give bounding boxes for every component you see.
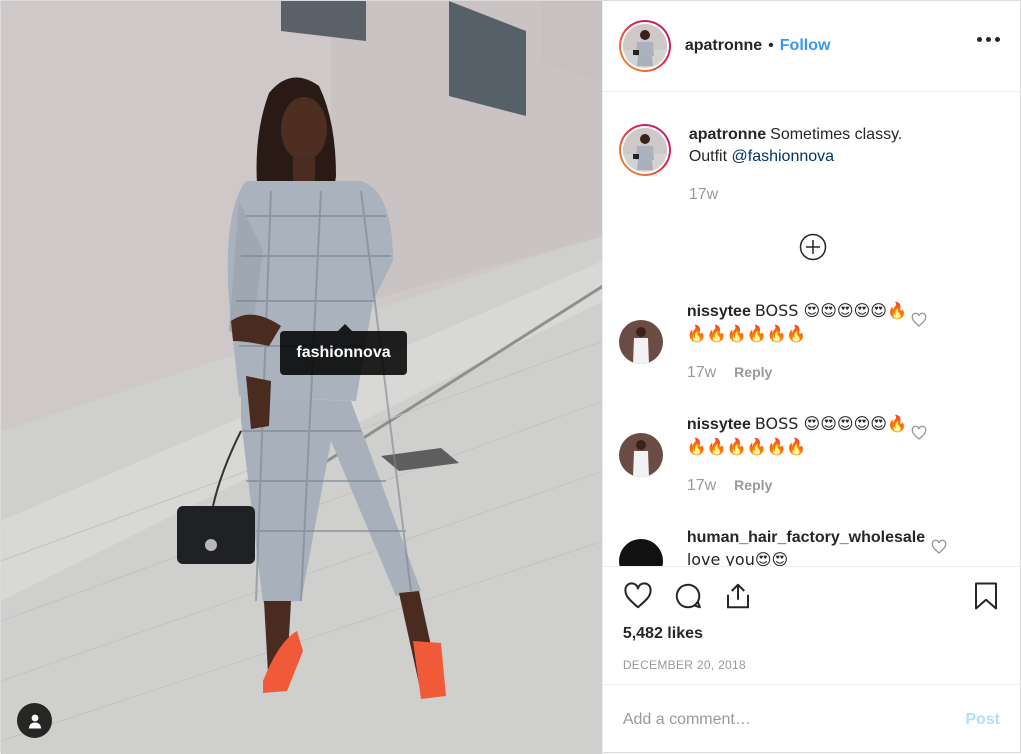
comment-text-line2: 🔥🔥🔥🔥🔥🔥 [686, 437, 807, 456]
post-actions: 5,482 likes DECEMBER 20, 2018 Post [602, 566, 1020, 754]
plus-circle-icon[interactable] [799, 233, 827, 261]
comment-text-line2: 🔥🔥🔥🔥🔥🔥 [686, 324, 807, 343]
caption-time[interactable]: 17w [689, 184, 718, 206]
more-options-icon[interactable] [977, 37, 1000, 42]
comment-avatar[interactable] [618, 539, 663, 566]
caption-avatar[interactable] [618, 124, 671, 176]
product-tag-label: fashionnova [296, 344, 391, 361]
reply-button[interactable]: Reply [734, 474, 772, 496]
comment-text-line1: BOSS 😍😍😍😍😍🔥 [754, 414, 907, 433]
comment-time[interactable]: 17w [687, 475, 716, 497]
user-tags-button[interactable] [17, 703, 52, 738]
author-avatar-image [622, 24, 667, 68]
comment-form: Post [602, 684, 1020, 754]
comment-input[interactable] [622, 710, 966, 729]
post-header: apatronne • Follow [602, 1, 1020, 92]
post-photo[interactable]: fashionnova [1, 1, 602, 754]
caption-mention[interactable]: @fashionnova [732, 148, 835, 165]
reply-button[interactable]: Reply [734, 361, 772, 383]
comment-username[interactable]: human_hair_factory_wholesale [687, 529, 925, 546]
follow-button[interactable]: Follow [780, 37, 831, 55]
caption-text-line2: Outfit [688, 148, 728, 165]
comment-item: nissytee BOSS 😍😍😍😍😍🔥 🔥🔥🔥🔥🔥🔥 17w Reply [603, 300, 963, 384]
caption: apatronne Sometimes classy. Outfit @fashi… [603, 124, 965, 206]
comment-item: human_hair_factory_wholesale love you😍😍 [603, 527, 983, 566]
heart-icon[interactable] [623, 581, 653, 611]
post-comment-button[interactable]: Post [965, 711, 1000, 729]
post-modal: fashionnova apatronne • Follow apatronne… [0, 0, 1021, 754]
share-icon[interactable] [723, 581, 753, 611]
caption-username[interactable]: apatronne [689, 126, 766, 143]
bookmark-icon[interactable] [972, 581, 1000, 611]
speech-bubble-icon[interactable] [673, 581, 703, 611]
comment-avatar-image [618, 320, 663, 364]
author-avatar[interactable] [618, 20, 671, 72]
comment-item: nissytee BOSS 😍😍😍😍😍🔥 🔥🔥🔥🔥🔥🔥 17w Reply [603, 413, 963, 497]
product-tag[interactable]: fashionnova [280, 324, 407, 375]
comment-avatar[interactable] [618, 320, 663, 364]
likes-count[interactable]: 5,482 likes [623, 625, 703, 643]
comment-username[interactable]: nissytee [687, 416, 751, 433]
comment-heart-icon[interactable] [931, 539, 947, 555]
author-username[interactable]: apatronne [685, 37, 762, 55]
header-separator: • [768, 37, 774, 54]
comment-text-line1: BOSS 😍😍😍😍😍🔥 [754, 301, 907, 320]
comment-time[interactable]: 17w [687, 362, 716, 384]
comment-username[interactable]: nissytee [687, 303, 751, 320]
caption-avatar-image [622, 128, 667, 172]
photo-scene [1, 1, 602, 754]
caption-text-line1: Sometimes classy. [770, 126, 903, 143]
user-tags-icon [28, 714, 41, 728]
post-date[interactable]: DECEMBER 20, 2018 [623, 658, 746, 672]
comment-avatar[interactable] [618, 433, 663, 477]
comments-list[interactable]: apatronne Sometimes classy. Outfit @fashi… [603, 92, 1020, 566]
comment-avatar-image [618, 433, 663, 477]
comment-text-line2: love you😍😍 [686, 550, 789, 566]
comment-heart-icon[interactable] [911, 425, 927, 441]
post-sidebar: apatronne • Follow apatronne Sometimes c… [601, 1, 1020, 754]
comment-heart-icon[interactable] [911, 312, 927, 328]
